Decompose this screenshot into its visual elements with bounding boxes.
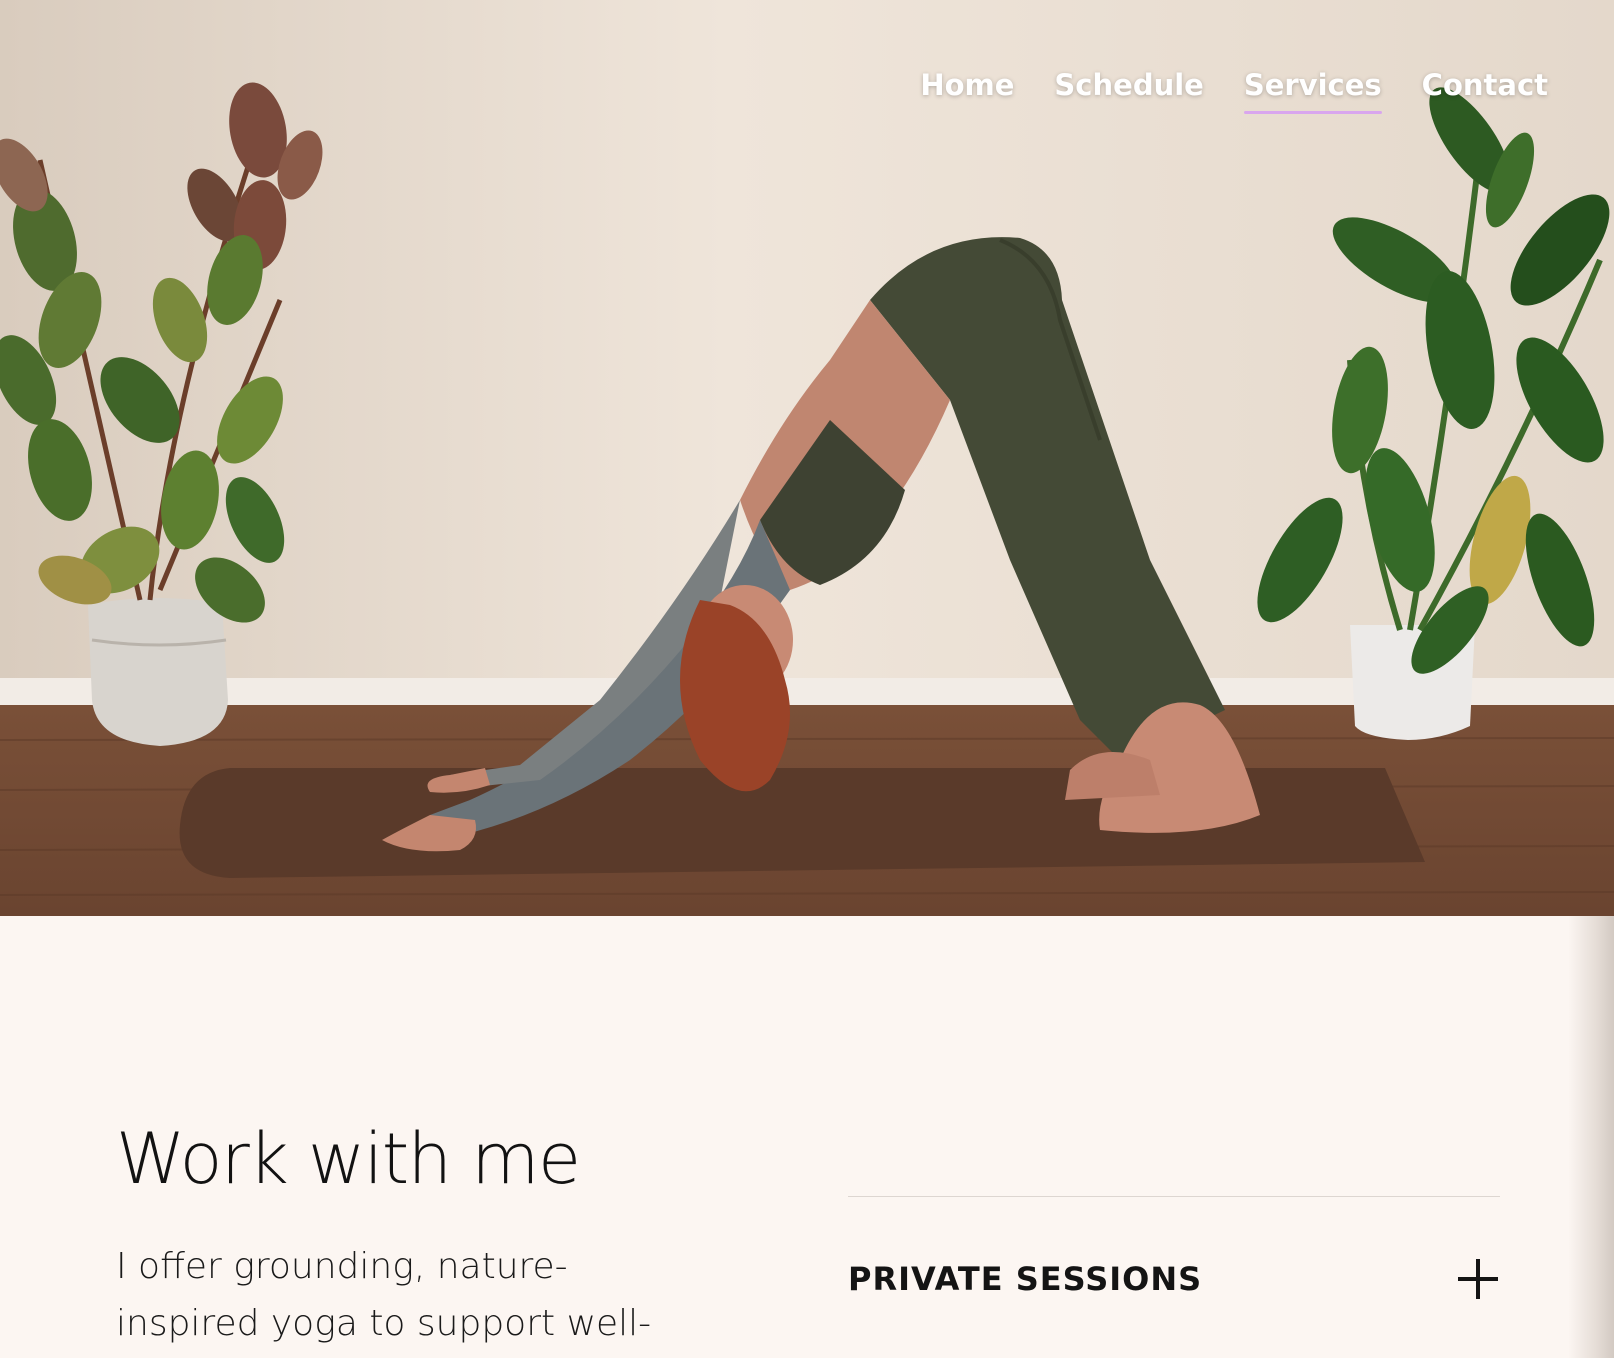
yoga-downward-dog-photo (0, 0, 1614, 916)
nav-home-link[interactable]: Home (920, 68, 1014, 108)
nav-services-link[interactable]: Services (1243, 68, 1382, 114)
plus-icon[interactable] (1458, 1259, 1498, 1299)
intro-text: I offer grounding, nature-inspired yoga … (116, 1246, 652, 1344)
accordion-divider (848, 1196, 1500, 1197)
hero-image: Home Schedule Services Contact (0, 0, 1614, 916)
accordion-item-private-sessions[interactable]: PRIVATE SESSIONS (848, 1259, 1500, 1299)
main-nav: Home Schedule Services Contact (920, 68, 1548, 114)
accordion-item-title: PRIVATE SESSIONS (848, 1260, 1203, 1298)
nav-contact-link[interactable]: Contact (1422, 68, 1548, 108)
edge-shadow (1568, 916, 1614, 1358)
page-title: Work with me (116, 1118, 581, 1200)
nav-schedule-link[interactable]: Schedule (1054, 68, 1203, 108)
services-accordion: PRIVATE SESSIONS (848, 1196, 1500, 1299)
